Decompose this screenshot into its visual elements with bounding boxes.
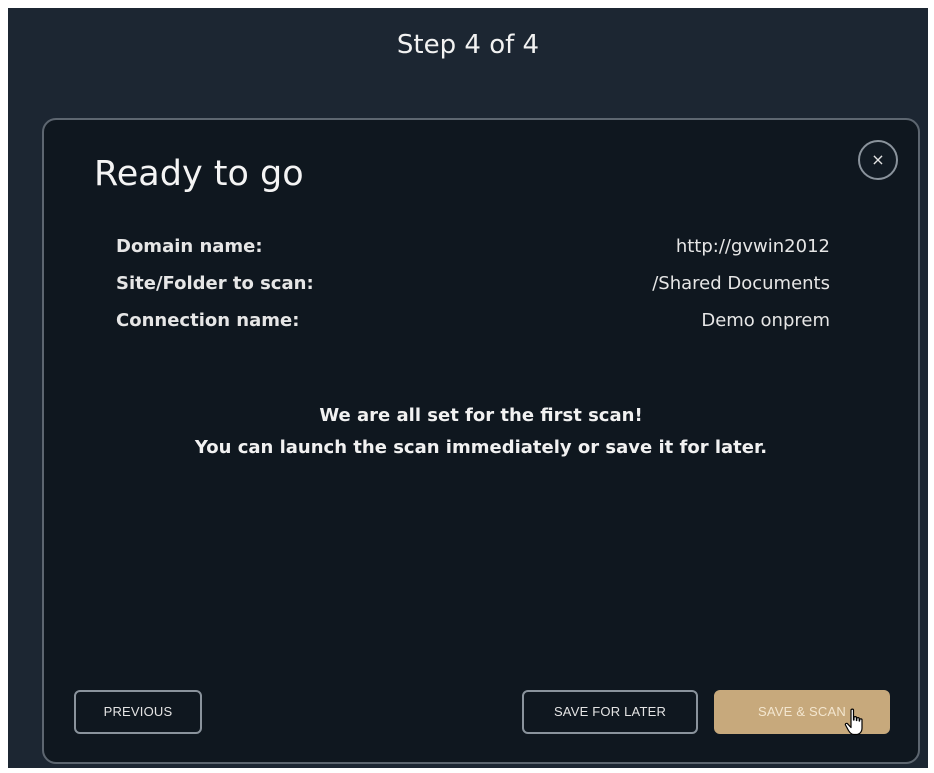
hand-pointer-icon — [844, 708, 863, 736]
connection-name-label: Connection name: — [116, 310, 300, 331]
domain-name-label: Domain name: — [116, 236, 263, 257]
wizard-screen: Step 4 of 4 × Ready to go Domain name: h… — [8, 8, 928, 768]
site-folder-value: /Shared Documents — [652, 273, 830, 294]
connection-name-value: Demo onprem — [701, 310, 830, 331]
summary-row-site-folder: Site/Folder to scan: /Shared Documents — [116, 265, 830, 302]
step-indicator: Step 4 of 4 — [396, 30, 540, 60]
domain-name-value: http://gvwin2012 — [675, 236, 830, 257]
ready-message: We are all set for the first scan! You c… — [44, 400, 918, 464]
close-icon: × — [871, 150, 885, 169]
modal-title: Ready to go — [94, 154, 304, 194]
previous-button[interactable]: PREVIOUS — [74, 690, 202, 734]
ready-message-line-1: We are all set for the first scan! — [319, 405, 643, 426]
ready-message-line-2: You can launch the scan immediately or s… — [194, 437, 768, 458]
wizard-modal: × Ready to go Domain name: http://gvwin2… — [42, 118, 920, 764]
summary-row-domain: Domain name: http://gvwin2012 — [116, 228, 830, 265]
close-button[interactable]: × — [858, 140, 898, 180]
scan-summary: Domain name: http://gvwin2012 Site/Folde… — [116, 228, 830, 339]
save-for-later-button[interactable]: SAVE FOR LATER — [522, 690, 698, 734]
summary-row-connection: Connection name: Demo onprem — [116, 302, 830, 339]
site-folder-label: Site/Folder to scan: — [116, 273, 314, 294]
